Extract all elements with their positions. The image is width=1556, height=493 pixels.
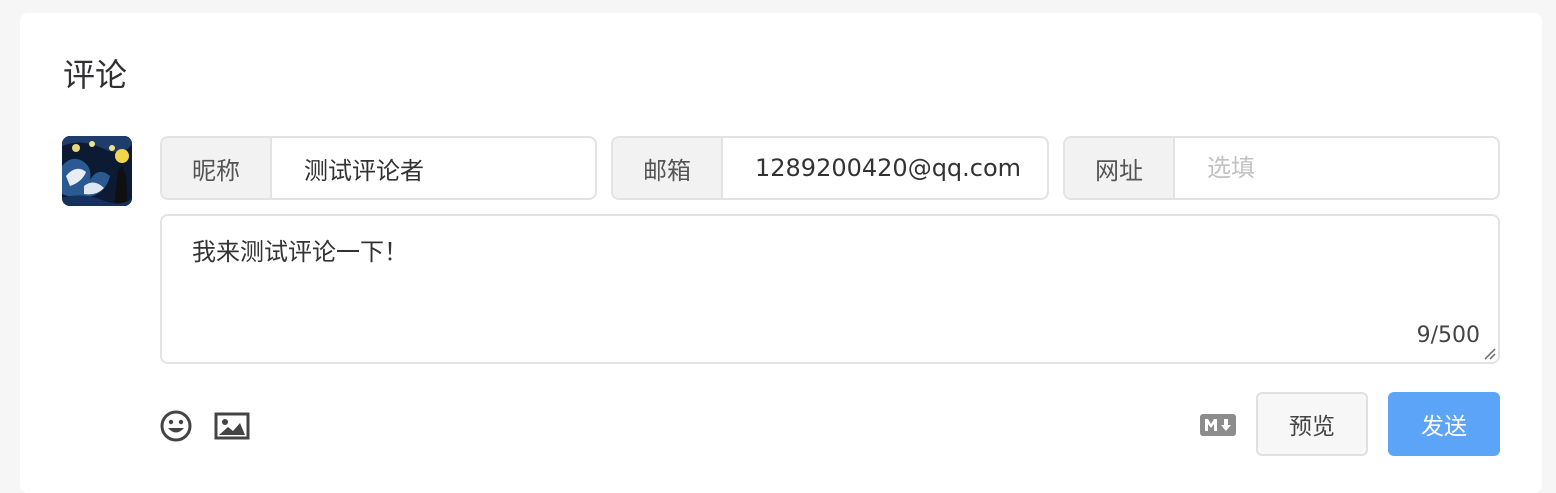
nickname-field: 昵称 (160, 136, 597, 200)
website-input[interactable] (1175, 138, 1498, 198)
nickname-label: 昵称 (162, 138, 272, 198)
resize-handle-icon[interactable] (1482, 346, 1496, 360)
comment-textarea[interactable]: 我来测试评论一下！ (162, 216, 1498, 362)
website-label: 网址 (1065, 138, 1175, 198)
emoji-icon[interactable] (158, 408, 194, 444)
email-field: 邮箱 (611, 136, 1049, 200)
markdown-icon[interactable] (1200, 414, 1236, 436)
nickname-input[interactable] (272, 138, 595, 198)
email-label: 邮箱 (613, 138, 723, 198)
email-input[interactable] (723, 138, 1047, 198)
comment-box: 我来测试评论一下！ 9/500 (160, 214, 1500, 364)
image-icon[interactable] (214, 408, 250, 444)
comment-card: 评论 昵称 邮箱 网址 我来测试评论一下！ 9/500 (20, 13, 1542, 493)
char-counter: 9/500 (1416, 323, 1480, 348)
send-button[interactable]: 发送 (1388, 392, 1500, 456)
avatar-image (62, 136, 132, 206)
section-title: 评论 (63, 56, 128, 94)
website-field: 网址 (1063, 136, 1500, 200)
preview-button[interactable]: 预览 (1256, 392, 1368, 456)
avatar[interactable] (62, 136, 132, 206)
